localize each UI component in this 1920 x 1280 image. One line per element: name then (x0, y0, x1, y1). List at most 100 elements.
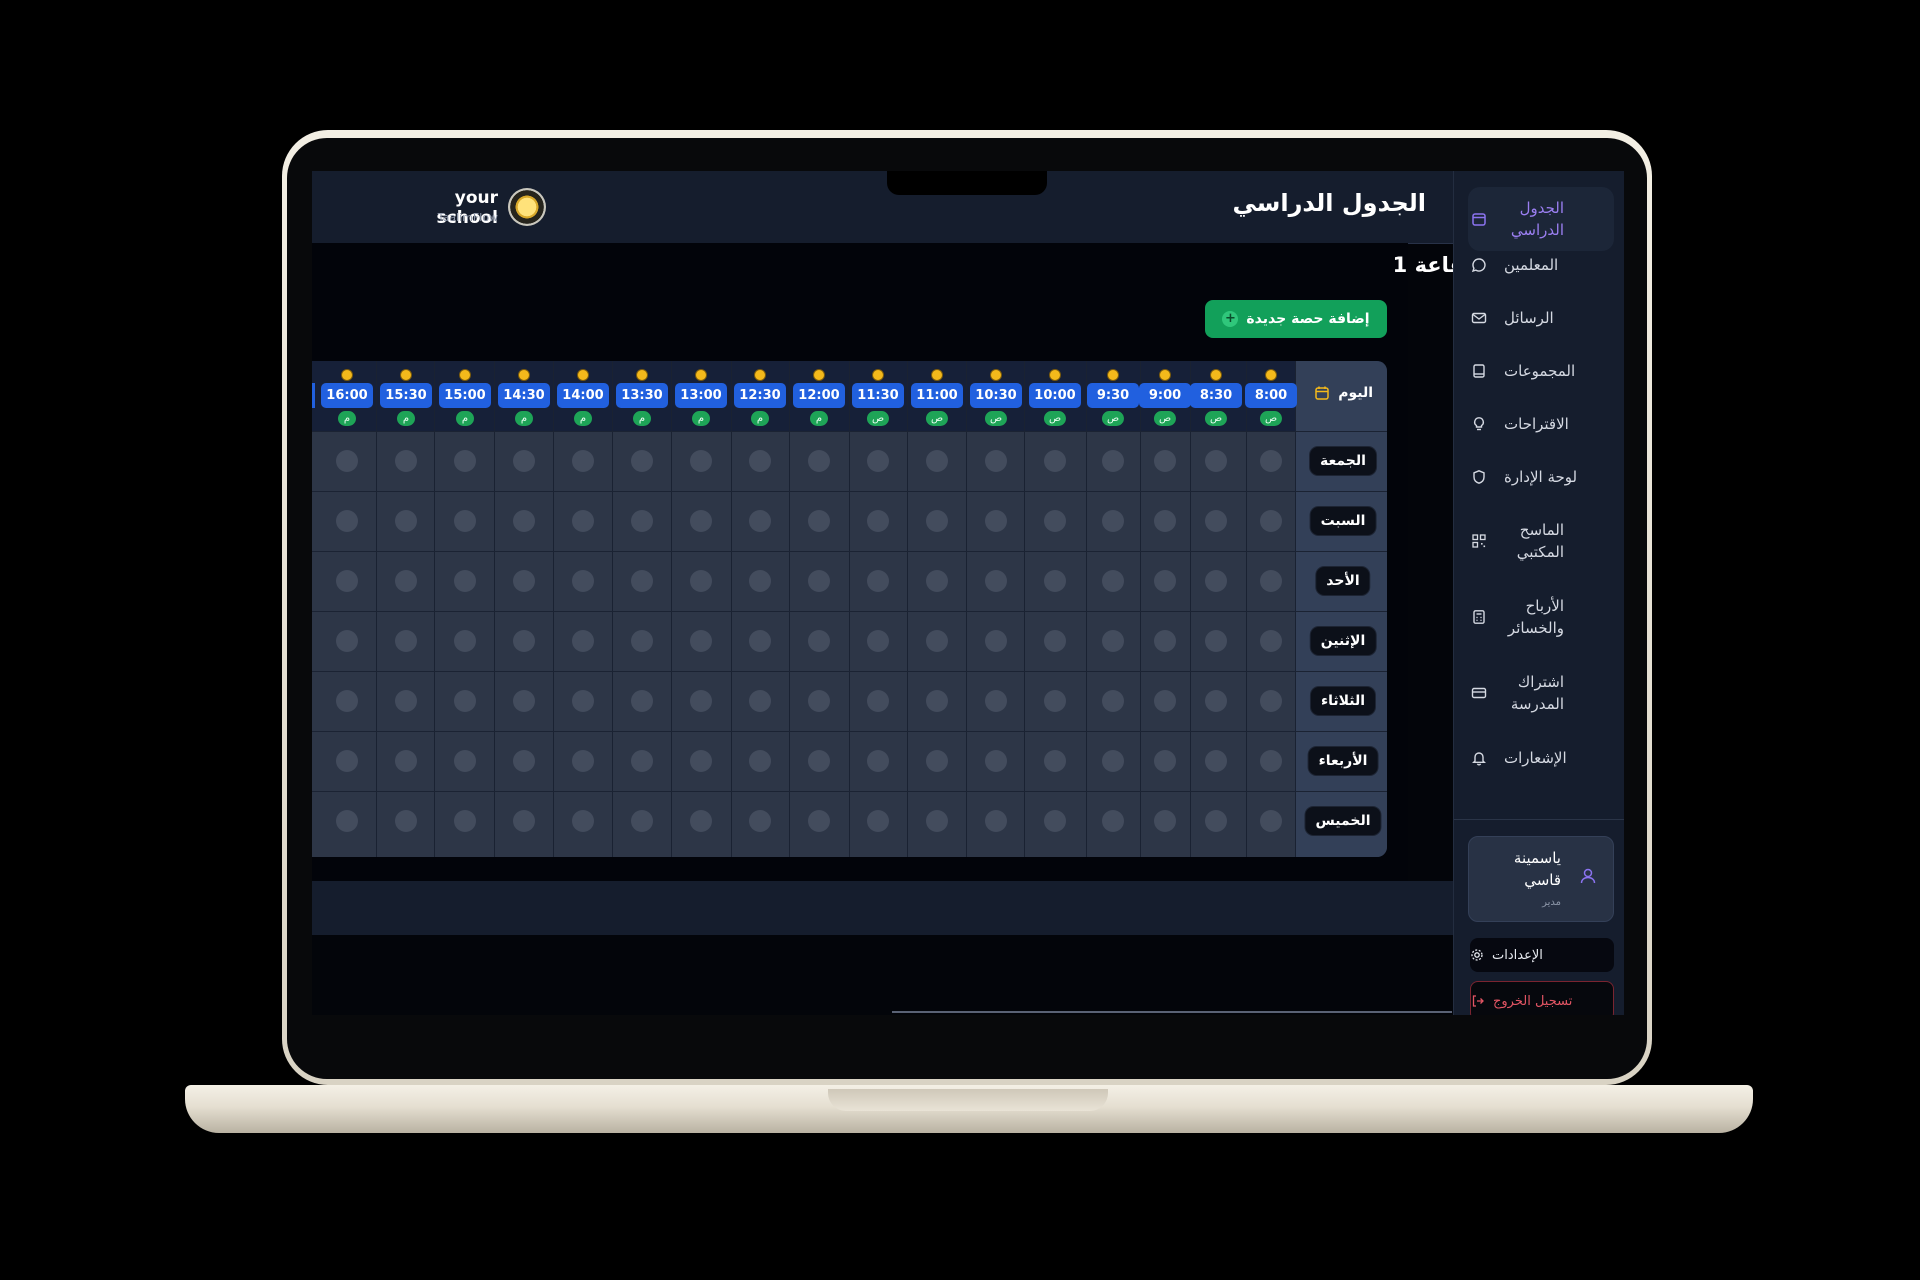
empty-slot[interactable] (1154, 510, 1176, 532)
empty-slot[interactable] (926, 810, 948, 832)
empty-slot[interactable] (1102, 750, 1124, 772)
empty-slot[interactable] (336, 450, 358, 472)
empty-slot[interactable] (1102, 690, 1124, 712)
user-card[interactable]: ياسمينة قاسي مدير (1468, 836, 1614, 922)
empty-slot[interactable] (926, 690, 948, 712)
empty-slot[interactable] (1260, 750, 1282, 772)
empty-slot[interactable] (926, 450, 948, 472)
empty-slot[interactable] (808, 630, 830, 652)
empty-slot[interactable] (1154, 750, 1176, 772)
empty-slot[interactable] (1205, 630, 1227, 652)
empty-slot[interactable] (1260, 510, 1282, 532)
empty-slot[interactable] (631, 450, 653, 472)
empty-slot[interactable] (454, 630, 476, 652)
empty-slot[interactable] (513, 510, 535, 532)
empty-slot[interactable] (1260, 570, 1282, 592)
empty-slot[interactable] (395, 570, 417, 592)
empty-slot[interactable] (1205, 690, 1227, 712)
empty-slot[interactable] (808, 570, 830, 592)
empty-slot[interactable] (454, 750, 476, 772)
empty-slot[interactable] (1260, 450, 1282, 472)
empty-slot[interactable] (1102, 810, 1124, 832)
empty-slot[interactable] (690, 630, 712, 652)
empty-slot[interactable] (336, 690, 358, 712)
school-logo[interactable] (508, 188, 546, 226)
empty-slot[interactable] (572, 810, 594, 832)
empty-slot[interactable] (1154, 690, 1176, 712)
empty-slot[interactable] (395, 750, 417, 772)
empty-slot[interactable] (1102, 450, 1124, 472)
empty-slot[interactable] (1044, 630, 1066, 652)
empty-slot[interactable] (808, 810, 830, 832)
empty-slot[interactable] (749, 570, 771, 592)
empty-slot[interactable] (926, 750, 948, 772)
empty-slot[interactable] (395, 810, 417, 832)
empty-slot[interactable] (513, 690, 535, 712)
empty-slot[interactable] (749, 450, 771, 472)
empty-slot[interactable] (808, 750, 830, 772)
empty-slot[interactable] (867, 510, 889, 532)
empty-slot[interactable] (395, 510, 417, 532)
sidebar-item-7[interactable]: الأرباح والخسائر (1468, 595, 1612, 639)
empty-slot[interactable] (1260, 690, 1282, 712)
empty-slot[interactable] (1260, 810, 1282, 832)
sidebar-item-8[interactable]: اشتراك المدرسة (1468, 671, 1612, 715)
empty-slot[interactable] (572, 750, 594, 772)
empty-slot[interactable] (690, 450, 712, 472)
empty-slot[interactable] (336, 750, 358, 772)
empty-slot[interactable] (985, 630, 1007, 652)
empty-slot[interactable] (1154, 570, 1176, 592)
empty-slot[interactable] (572, 570, 594, 592)
empty-slot[interactable] (1154, 630, 1176, 652)
empty-slot[interactable] (513, 570, 535, 592)
sidebar-item-6[interactable]: الماسح المكتبي (1468, 519, 1612, 563)
empty-slot[interactable] (1102, 570, 1124, 592)
empty-slot[interactable] (1102, 510, 1124, 532)
empty-slot[interactable] (336, 630, 358, 652)
empty-slot[interactable] (690, 810, 712, 832)
empty-slot[interactable] (1044, 570, 1066, 592)
empty-slot[interactable] (1205, 810, 1227, 832)
empty-slot[interactable] (513, 750, 535, 772)
empty-slot[interactable] (513, 630, 535, 652)
empty-slot[interactable] (572, 690, 594, 712)
empty-slot[interactable] (926, 570, 948, 592)
empty-slot[interactable] (1044, 810, 1066, 832)
empty-slot[interactable] (867, 630, 889, 652)
horizontal-scrollbar[interactable] (892, 1011, 1452, 1013)
empty-slot[interactable] (808, 450, 830, 472)
empty-slot[interactable] (454, 690, 476, 712)
sidebar-item-5[interactable]: لوحة الإدارة (1468, 466, 1612, 488)
add-session-button[interactable]: + إضافة حصة جديدة (1205, 300, 1387, 338)
empty-slot[interactable] (454, 450, 476, 472)
empty-slot[interactable] (513, 450, 535, 472)
empty-slot[interactable] (631, 750, 653, 772)
empty-slot[interactable] (1044, 450, 1066, 472)
sidebar-item-9[interactable]: الإشعارات (1468, 747, 1612, 769)
sidebar-item-3[interactable]: المجموعات (1468, 360, 1612, 382)
empty-slot[interactable] (336, 510, 358, 532)
empty-slot[interactable] (631, 810, 653, 832)
empty-slot[interactable] (867, 570, 889, 592)
sidebar-item-1[interactable]: المعلمين (1468, 254, 1612, 276)
logout-button[interactable]: تسجيل الخروج (1470, 981, 1614, 1015)
empty-slot[interactable] (1205, 510, 1227, 532)
empty-slot[interactable] (867, 810, 889, 832)
sidebar-item-2[interactable]: الرسائل (1468, 307, 1612, 329)
empty-slot[interactable] (1044, 750, 1066, 772)
sidebar-item-4[interactable]: الاقتراحات (1468, 413, 1612, 435)
empty-slot[interactable] (808, 510, 830, 532)
empty-slot[interactable] (690, 750, 712, 772)
empty-slot[interactable] (1044, 510, 1066, 532)
empty-slot[interactable] (572, 510, 594, 532)
empty-slot[interactable] (1154, 450, 1176, 472)
empty-slot[interactable] (336, 570, 358, 592)
empty-slot[interactable] (985, 450, 1007, 472)
empty-slot[interactable] (926, 510, 948, 532)
empty-slot[interactable] (454, 510, 476, 532)
empty-slot[interactable] (572, 450, 594, 472)
empty-slot[interactable] (867, 690, 889, 712)
empty-slot[interactable] (1205, 450, 1227, 472)
sidebar-item-0[interactable]: الجدول الدراسي (1468, 187, 1614, 251)
empty-slot[interactable] (454, 570, 476, 592)
